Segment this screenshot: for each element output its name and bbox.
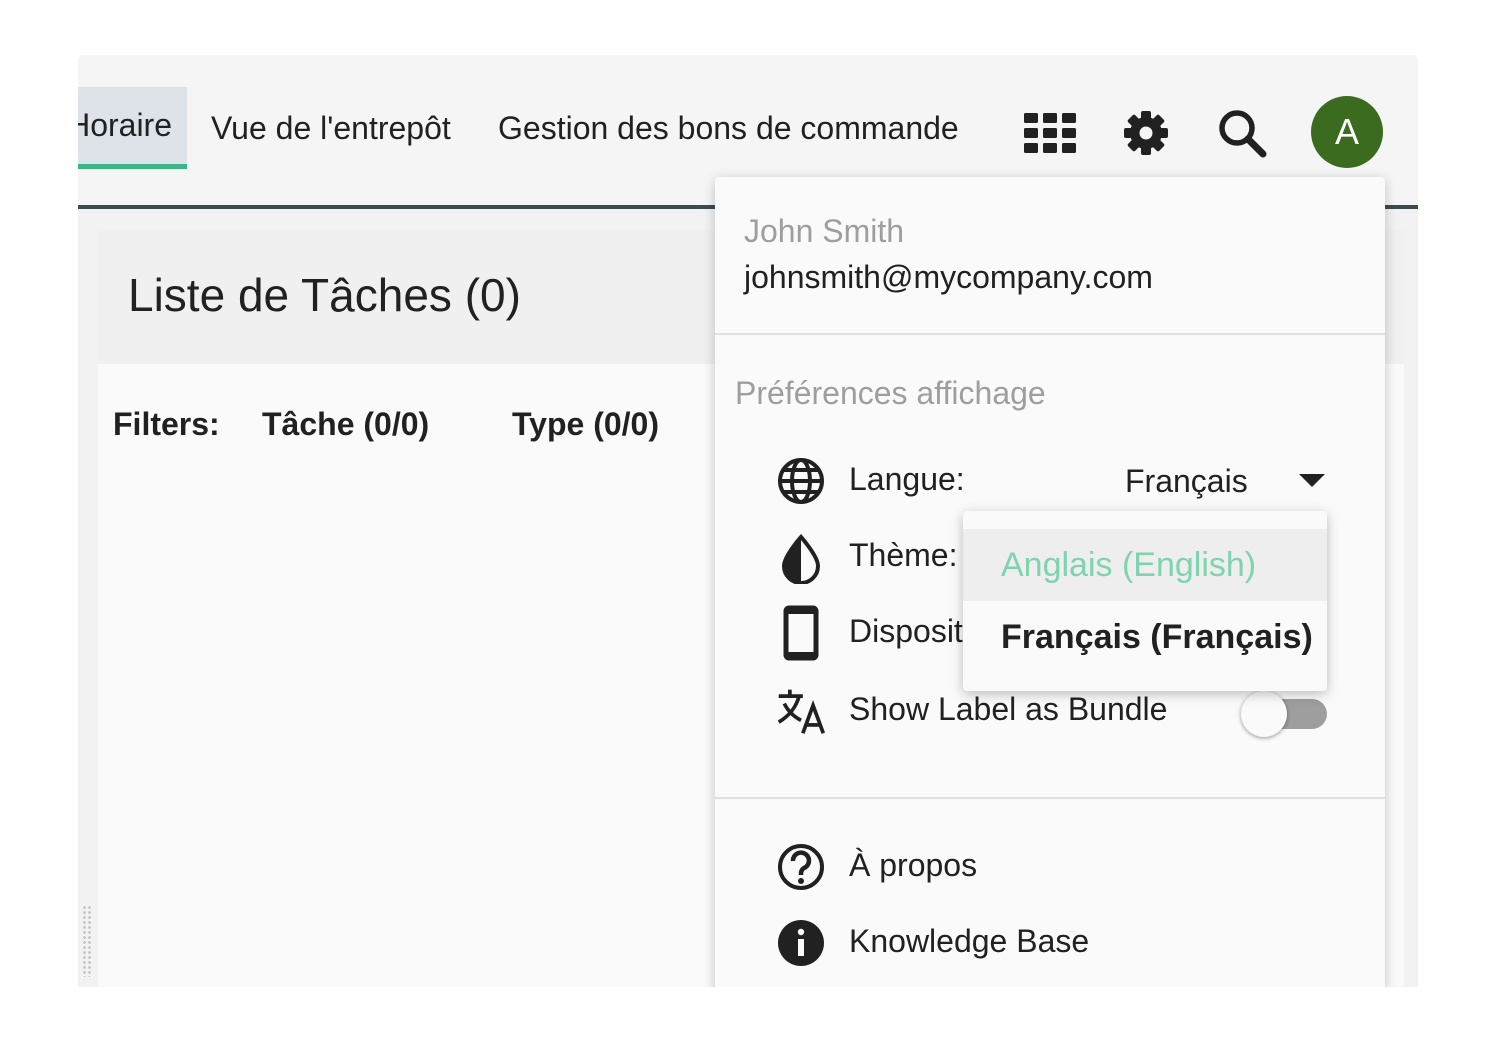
tab-horaire[interactable]: Horaire <box>78 87 187 169</box>
search-icon <box>1219 110 1267 158</box>
dropdown-arrow-icon <box>1299 474 1325 487</box>
resize-handle[interactable] <box>82 905 92 977</box>
language-select[interactable]: Français <box>1125 459 1325 503</box>
page-title: Liste de Tâches (0) <box>128 269 521 321</box>
gear-icon <box>1124 111 1168 155</box>
language-option-french[interactable]: Français (Français) <box>963 601 1327 673</box>
language-option-french-label: Français (Français) <box>1001 617 1313 656</box>
language-option-english[interactable]: Anglais (English) <box>963 529 1327 601</box>
language-dropdown-menu: Anglais (English) Français (Français) <box>963 511 1327 691</box>
user-name: John Smith <box>744 213 905 249</box>
tab-purchase-orders-label: Gestion des bons de commande <box>498 109 959 146</box>
avatar[interactable]: A <box>1311 96 1383 168</box>
contrast-drop-icon <box>775 533 827 585</box>
language-value: Français <box>1125 462 1248 499</box>
language-label: Langue: <box>849 461 965 497</box>
phone-icon <box>775 605 827 661</box>
show-label-bundle-label: Show Label as Bundle <box>849 691 1168 727</box>
about-link[interactable]: À propos <box>849 847 977 884</box>
divider <box>715 797 1385 799</box>
theme-label: Thème: <box>849 537 958 573</box>
search-button[interactable] <box>1214 105 1270 161</box>
apps-grid-icon <box>1024 113 1076 153</box>
globe-icon <box>775 455 827 507</box>
divider <box>715 333 1385 335</box>
filters-label: Filters: <box>113 406 220 442</box>
user-email: johnsmith@mycompany.com <box>744 259 1153 295</box>
tab-warehouse-view[interactable]: Vue de l'entrepôt <box>211 87 451 169</box>
avatar-initial: A <box>1334 111 1359 152</box>
language-option-english-label: Anglais (English) <box>1001 545 1257 584</box>
show-label-bundle-toggle[interactable] <box>1241 691 1327 737</box>
display-preferences-title: Préférences affichage <box>735 375 1046 411</box>
filter-type[interactable]: Type (0/0) <box>512 406 659 443</box>
apps-button[interactable] <box>1022 105 1078 161</box>
tab-horaire-label: Horaire <box>78 107 172 143</box>
toggle-thumb <box>1241 691 1287 737</box>
knowledge-base-link[interactable]: Knowledge Base <box>849 923 1089 960</box>
info-icon <box>775 917 827 969</box>
settings-button[interactable] <box>1118 105 1174 161</box>
tab-purchase-orders[interactable]: Gestion des bons de commande <box>498 87 959 169</box>
translate-icon <box>775 685 827 737</box>
tab-warehouse-view-label: Vue de l'entrepôt <box>211 109 451 146</box>
help-icon <box>775 841 827 893</box>
filter-task[interactable]: Tâche (0/0) <box>262 406 429 443</box>
